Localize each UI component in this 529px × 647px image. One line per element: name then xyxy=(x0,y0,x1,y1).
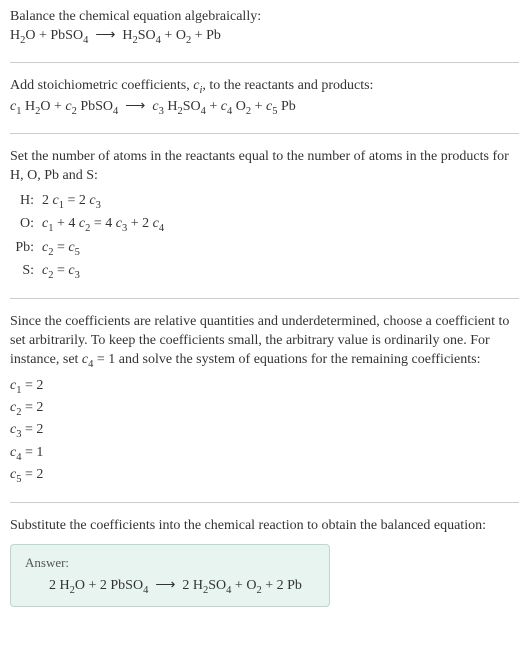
coef-row: c5 = 2 xyxy=(10,465,519,487)
atom-row: O: c1 + 4 c2 = 4 c3 + 2 c4 xyxy=(14,213,519,237)
atoms-intro: Set the number of atoms in the reactants… xyxy=(10,148,519,186)
problem-statement: Balance the chemical equation algebraica… xyxy=(10,8,519,48)
stoich-intro: Add stoichiometric coefficients, ci, to … xyxy=(10,77,519,98)
atom-equation: c2 = c5 xyxy=(42,237,519,261)
divider xyxy=(10,298,519,299)
coef-row: c1 = 2 xyxy=(10,376,519,398)
atom-equation: c2 = c3 xyxy=(42,260,519,284)
atom-row: H: 2 c1 = 2 c3 xyxy=(14,190,519,214)
atom-equation: 2 c1 = 2 c3 xyxy=(42,190,519,214)
solve-section: Since the coefficients are relative quan… xyxy=(10,313,519,488)
answer-box: Answer: 2 H2O + 2 PbSO4 ⟶ 2 H2SO4 + O2 +… xyxy=(10,544,330,607)
coef-row: c2 = 2 xyxy=(10,398,519,420)
atom-label: H: xyxy=(14,190,42,214)
underdetermined-text: Since the coefficients are relative quan… xyxy=(10,313,519,372)
coef-row: c4 = 1 xyxy=(10,443,519,465)
substitute-text: Substitute the coefficients into the che… xyxy=(10,517,519,536)
atom-label: O: xyxy=(14,213,42,237)
atom-equation: c1 + 4 c2 = 4 c3 + 2 c4 xyxy=(42,213,519,237)
stoich-equation: c1 H2O + c2 PbSO4 ⟶ c3 H2SO4 + c4 O2 + c… xyxy=(10,98,519,119)
atom-balance-section: Set the number of atoms in the reactants… xyxy=(10,148,519,284)
title-text: Balance the chemical equation algebraica… xyxy=(10,8,519,27)
stoich-section: Add stoichiometric coefficients, ci, to … xyxy=(10,77,519,119)
coefficient-results: c1 = 2 c2 = 2 c3 = 2 c4 = 1 c5 = 2 xyxy=(10,376,519,488)
coef-row: c3 = 2 xyxy=(10,420,519,442)
atom-row: Pb: c2 = c5 xyxy=(14,237,519,261)
atom-balance-table: H: 2 c1 = 2 c3 O: c1 + 4 c2 = 4 c3 + 2 c… xyxy=(14,190,519,284)
divider xyxy=(10,62,519,63)
divider xyxy=(10,502,519,503)
answer-section: Substitute the coefficients into the che… xyxy=(10,517,519,607)
answer-label: Answer: xyxy=(25,555,315,571)
atom-label: S: xyxy=(14,260,42,284)
balanced-equation: 2 H2O + 2 PbSO4 ⟶ 2 H2SO4 + O2 + 2 Pb xyxy=(25,577,315,596)
divider xyxy=(10,133,519,134)
atom-row: S: c2 = c3 xyxy=(14,260,519,284)
unbalanced-equation: H2O + PbSO4 ⟶ H2SO4 + O2 + Pb xyxy=(10,27,519,48)
atom-label: Pb: xyxy=(14,237,42,261)
